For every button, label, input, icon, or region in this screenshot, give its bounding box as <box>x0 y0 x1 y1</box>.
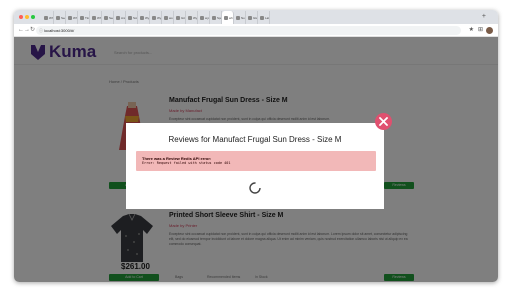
tab-favicon-icon <box>248 15 252 20</box>
minimize-window-dot[interactable] <box>25 15 29 19</box>
browser-window: WhoSeonWhoTiresWhoSecreAnnScreeWycoWycow… <box>14 10 498 282</box>
loading-spinner-icon <box>249 182 261 194</box>
browser-tab[interactable]: Seon <box>54 11 66 24</box>
extensions-icon[interactable]: ★ <box>469 27 474 33</box>
browser-tab[interactable]: Who <box>66 11 78 24</box>
browser-tab[interactable]: Tires <box>78 11 90 24</box>
tab-favicon-icon <box>68 15 72 20</box>
tab-favicon-icon <box>116 15 120 20</box>
maximize-window-dot[interactable] <box>31 15 35 19</box>
tab-label: Lates <box>265 15 269 20</box>
tab-label: wh <box>229 15 233 20</box>
tab-favicon-icon <box>260 15 264 20</box>
browser-tab[interactable]: wh <box>222 11 234 24</box>
tab-strip: WhoSeonWhoTiresWhoSecreAnnScreeWycoWycow… <box>42 11 476 24</box>
browser-tab[interactable]: Nolo <box>234 11 246 24</box>
tab-favicon-icon <box>164 15 168 20</box>
browser-tab[interactable]: Glas <box>246 11 258 24</box>
browser-tab[interactable]: works <box>162 11 174 24</box>
reload-icon[interactable]: ↻ <box>30 27 35 33</box>
error-message: Error: Request failed with status code 4… <box>142 161 231 165</box>
tab-favicon-icon <box>212 15 216 20</box>
close-window-dot[interactable] <box>19 15 23 19</box>
tab-favicon-icon <box>140 15 144 20</box>
browser-tab[interactable]: Who <box>42 11 54 24</box>
tab-favicon-icon <box>44 15 48 20</box>
page-content: Kuma Search for products... Home / Produ… <box>14 37 498 282</box>
tab-favicon-icon <box>152 15 156 20</box>
info-icon[interactable]: ⓘ <box>39 28 43 33</box>
browser-tab[interactable]: Spee <box>210 11 222 24</box>
puzzle-icon[interactable]: ⊞ <box>478 27 483 33</box>
tab-favicon-icon <box>200 15 204 20</box>
close-icon[interactable] <box>375 113 392 130</box>
url-text: localhost:3000/#/ <box>44 28 75 33</box>
browser-tab[interactable]: Ann <box>114 11 126 24</box>
browser-tab[interactable]: Lates <box>258 11 270 24</box>
tab-favicon-icon <box>92 15 96 20</box>
browser-tab[interactable]: Wyns <box>186 11 198 24</box>
tab-favicon-icon <box>128 15 132 20</box>
browser-tab[interactable]: Who <box>90 11 102 24</box>
browser-tab[interactable]: GitH <box>174 11 186 24</box>
reviews-modal: Reviews for Manufact Frugal Sun Dress - … <box>126 123 384 209</box>
tab-favicon-icon <box>224 15 228 20</box>
browser-tab[interactable]: wyns <box>198 11 210 24</box>
tab-favicon-icon <box>104 15 108 20</box>
tab-favicon-icon <box>236 15 240 20</box>
tab-bar: WhoSeonWhoTiresWhoSecreAnnScreeWycoWycow… <box>14 10 498 24</box>
browser-toolbar: ← → ↻ ⓘ localhost:3000/#/ ★ ⊞ <box>14 24 498 37</box>
address-bar[interactable]: ⓘ localhost:3000/#/ <box>36 26 461 35</box>
tab-favicon-icon <box>176 15 180 20</box>
browser-tab[interactable]: Wyco <box>138 11 150 24</box>
tab-favicon-icon <box>188 15 192 20</box>
tab-favicon-icon <box>56 15 60 20</box>
tab-favicon-icon <box>80 15 84 20</box>
error-alert: There was a Review Redis API error: Erro… <box>136 151 376 171</box>
modal-title: Reviews for Manufact Frugal Sun Dress - … <box>168 135 342 144</box>
new-tab-button[interactable]: + <box>482 13 486 20</box>
browser-tab[interactable]: Scree <box>126 11 138 24</box>
profile-avatar[interactable] <box>486 27 493 34</box>
browser-tab[interactable]: Secre <box>102 11 114 24</box>
browser-tab[interactable]: Wyco <box>150 11 162 24</box>
